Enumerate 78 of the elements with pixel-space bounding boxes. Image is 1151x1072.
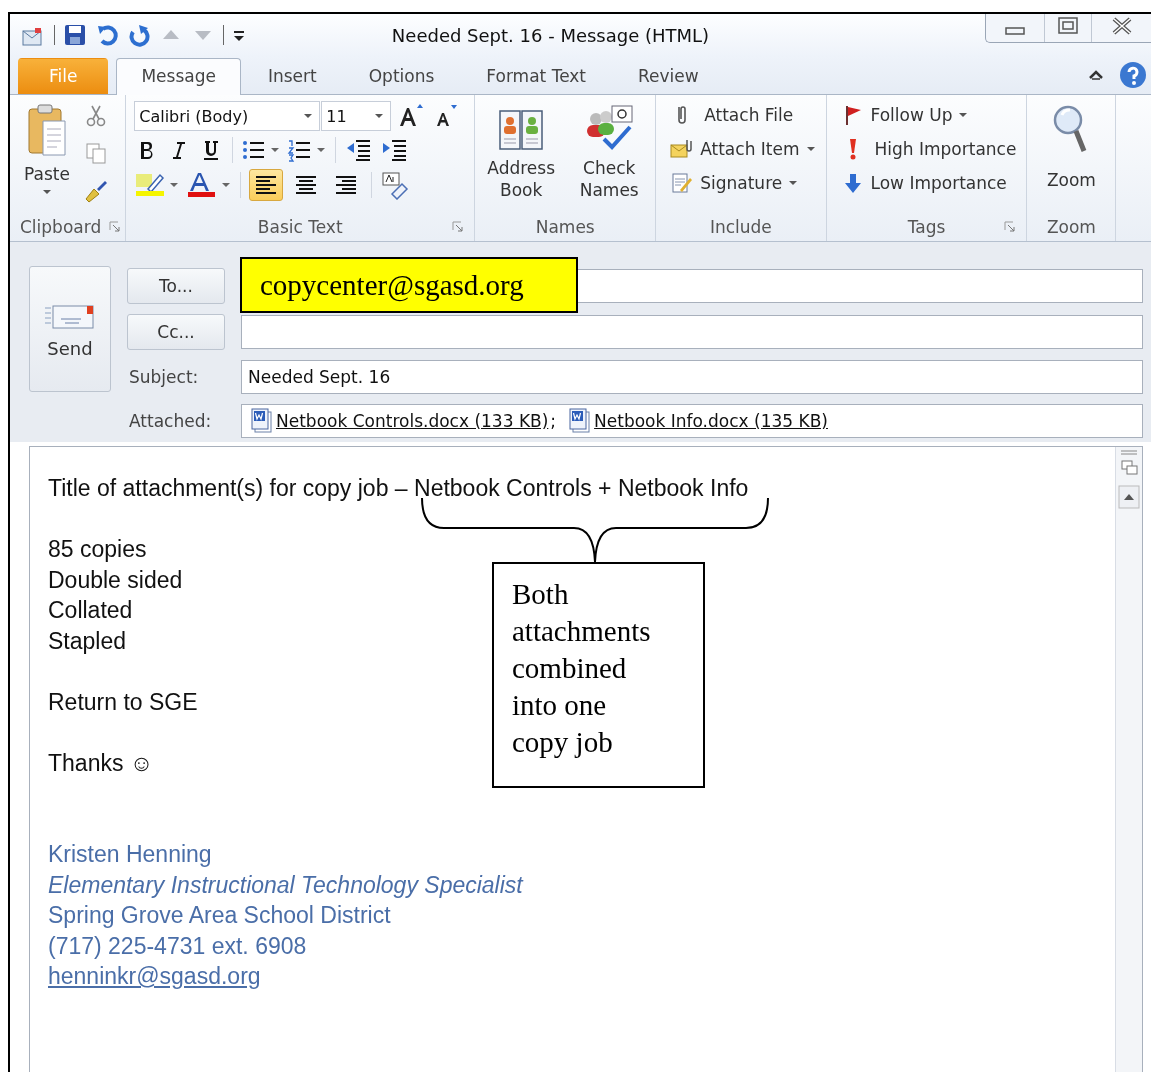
font-color-icon[interactable] [186,171,233,199]
ribbon-tab[interactable]: Message [116,58,241,95]
save-icon[interactable] [63,23,87,47]
attachment-link[interactable]: Netbook Controls.docx (133 KB) [276,411,549,431]
ribbon-button[interactable]: Attach File [670,103,816,127]
send-button[interactable]: Send [29,266,111,392]
note-text: into one [512,688,608,723]
attachment-link[interactable]: Netbook Info.docx (135 KB) [594,411,828,431]
group-label: Tags [907,217,946,237]
body-text: Stapled [48,627,126,654]
caret-icon [303,113,314,119]
clear-style-icon[interactable] [380,170,411,200]
signature-icon [670,171,695,195]
undo-icon[interactable] [95,23,119,47]
body-text: Double sided [48,566,183,593]
bullets-icon[interactable] [241,138,282,162]
grow-font-icon[interactable] [397,103,426,129]
subject-field[interactable]: Needed Sept. 16 [241,360,1143,394]
highlighter-icon[interactable] [134,171,181,199]
body-text: Thanks ☺ [48,749,154,776]
ribbon-button[interactable]: Low Importance [840,171,1017,195]
help-icon[interactable] [1119,61,1147,89]
note-text: attachments [512,614,652,649]
caret-icon [374,113,385,119]
ribbon-tab[interactable]: Review [613,58,724,94]
dialog-launcher-icon[interactable] [109,221,122,233]
body-text: Collated [48,597,133,623]
envelope-paperclip-icon [670,137,695,161]
dialog-launcher-icon[interactable] [1004,221,1017,233]
ribbon-tab[interactable]: Options [343,58,460,94]
numbering-icon[interactable] [287,138,328,162]
ribbon-button[interactable]: Address Book [479,101,564,213]
ribbon-button[interactable]: Attach Item [670,137,816,161]
note-text: copy job [512,725,614,760]
redo-icon[interactable] [127,23,151,47]
group-label: Include [709,217,772,237]
note-text: combined [512,651,628,686]
exclamation-icon [848,137,857,161]
body-text: 85 copies [48,536,147,562]
group-label: Basic Text [257,217,343,237]
ribbon-button[interactable]: Follow Up [840,103,1017,127]
dialog-launcher-icon[interactable] [452,221,465,233]
group-label: Clipboard [20,217,102,237]
to-button[interactable]: To... [127,268,225,304]
font-size-dropdown[interactable]: 11 [321,101,392,131]
body-text: Title of attachment(s) for copy job – Netbook Controls + Netbook Info [48,475,749,501]
cc-button[interactable]: Cc... [127,314,225,350]
signature-organization: Spring Grove Area School District [48,902,391,928]
ribbon-button[interactable]: High Importance [840,137,1017,161]
callout-tooltip: copycenter@sgasd.org [240,257,578,313]
email-link[interactable]: henninkr@sgasd.org [48,963,261,989]
scroll-up-icon[interactable] [1118,485,1140,509]
body-text: Return to SGE [48,688,198,715]
brush-icon[interactable] [83,179,108,203]
message-body[interactable] [29,446,1143,1072]
paste-button[interactable]: Paste [20,101,74,213]
document-icon[interactable] [566,408,593,434]
signature-phone: (717) 225-4731 ext. 6908 [48,932,307,959]
document-icon[interactable] [248,408,274,434]
group-label: Zoom [1046,217,1096,237]
ribbon-button[interactable]: Check Names [567,101,652,213]
separator-text: ; [550,411,557,431]
window-title: Needed Sept. 16 - Message (HTML) [391,24,711,46]
note-text: Both [512,577,570,612]
font-dropdown[interactable]: Calibri (Body) [134,101,321,131]
subject-label: Subject: [128,367,200,387]
attached-label: Attached: [128,411,213,431]
signature-title: Elementary Instructional Technology Specialist [48,871,523,898]
ribbon-tab[interactable]: Insert [242,58,342,94]
align-left-icon[interactable] [249,169,284,201]
zoom-button[interactable]: Zoom [1042,101,1100,213]
group-label: Names [535,217,595,237]
ribbon-tab[interactable]: Format Text [461,58,612,94]
signature-name: Kristen Henning [48,841,212,867]
scrollbar[interactable] [1115,447,1142,1072]
ribbon-button[interactable]: Signature [670,171,816,195]
attachments-field[interactable]: Netbook Controls.docx (133 KB); Netbook Info.docx (135 KB) [241,404,1143,438]
cc-field[interactable] [241,315,1143,349]
